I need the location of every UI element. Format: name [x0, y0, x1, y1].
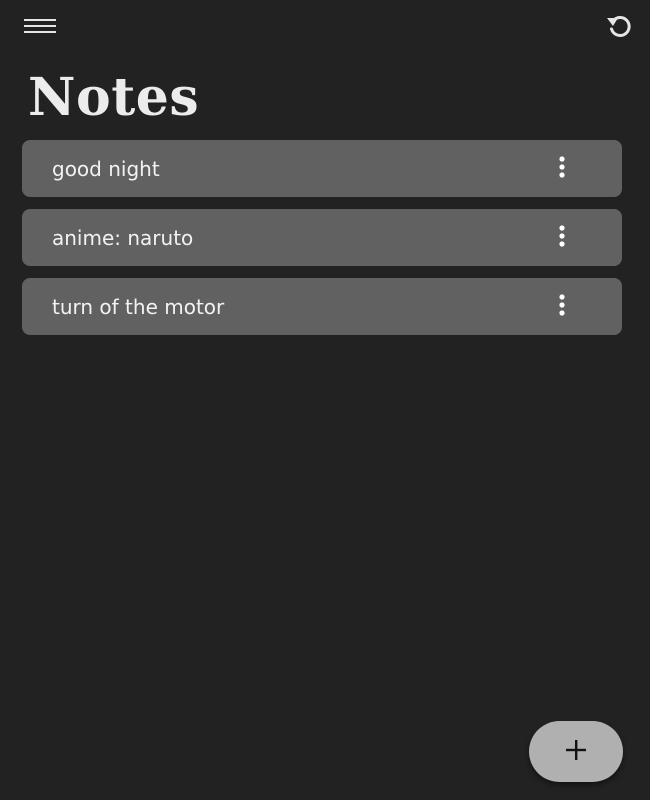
more-options-button[interactable] [550, 223, 574, 253]
note-card[interactable]: good night [22, 140, 622, 197]
more-vert-icon [558, 224, 566, 251]
menu-button[interactable] [18, 12, 62, 44]
note-card[interactable]: turn of the motor [22, 278, 622, 335]
note-card[interactable]: anime: naruto [22, 209, 622, 266]
undo-button[interactable] [602, 10, 638, 46]
top-bar [0, 0, 650, 60]
more-options-button[interactable] [550, 154, 574, 184]
more-vert-icon [558, 293, 566, 320]
add-note-button[interactable] [529, 721, 623, 782]
page-title: Notes [28, 67, 200, 128]
undo-icon [605, 11, 635, 45]
notes-list: good night anime: naruto turn of the mot… [22, 140, 622, 347]
menu-icon [24, 17, 56, 39]
more-vert-icon [558, 155, 566, 182]
note-title: anime: naruto [52, 225, 194, 250]
more-options-button[interactable] [550, 292, 574, 322]
notes-app: Notes good night anime: naruto turn of t… [0, 0, 650, 800]
plus-icon [564, 738, 588, 766]
note-title: good night [52, 156, 160, 181]
note-title: turn of the motor [52, 294, 225, 319]
